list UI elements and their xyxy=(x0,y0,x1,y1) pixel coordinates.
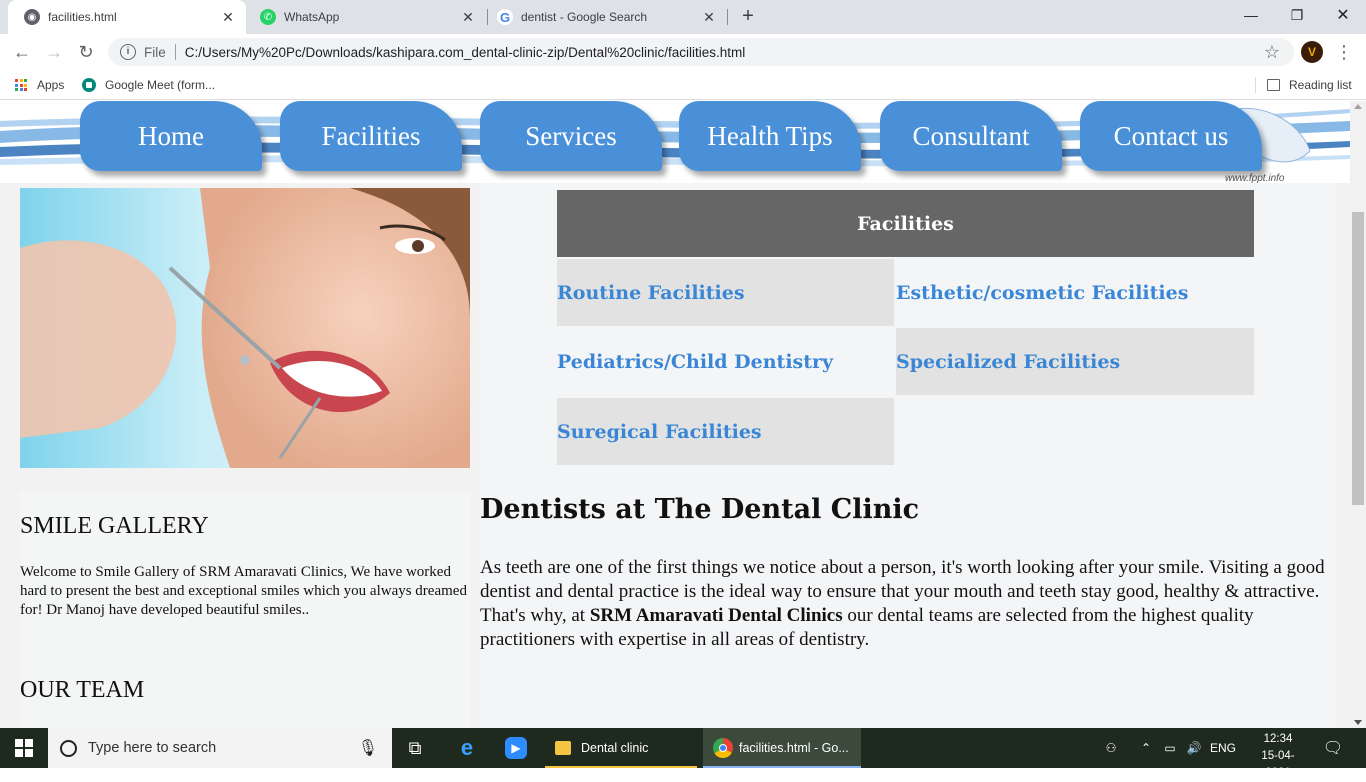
apps-grid-icon xyxy=(15,79,27,91)
close-icon[interactable]: ✕ xyxy=(220,9,236,25)
zoom-icon[interactable]: ▶ xyxy=(493,728,539,768)
nav-services[interactable]: Services xyxy=(480,101,662,171)
globe-icon: ◉ xyxy=(24,9,40,25)
tab-google-search[interactable]: G dentist - Google Search ✕ xyxy=(487,0,727,34)
nav-facilities[interactable]: Facilities xyxy=(280,101,462,171)
tab-title: dentist - Google Search xyxy=(521,10,648,24)
tab-facilities[interactable]: ◉ facilities.html ✕ xyxy=(8,0,246,34)
chevron-up-icon[interactable]: ⌃ xyxy=(1137,728,1155,768)
scheme-label: File xyxy=(144,44,166,60)
bookmark-label: Apps xyxy=(37,78,65,92)
tab-title: WhatsApp xyxy=(284,10,340,24)
task-view-icon[interactable]: ⧉ xyxy=(392,728,438,768)
whatsapp-icon: ✆ xyxy=(260,9,276,25)
system-clock[interactable]: 12:34 15-04-2021 xyxy=(1252,731,1304,782)
facility-link-specialized[interactable]: Specialized Facilities xyxy=(896,328,1254,395)
bookmark-star-icon[interactable]: ☆ xyxy=(1264,42,1280,63)
clock-time: 12:34 xyxy=(1263,733,1293,745)
scroll-down-arrow-icon[interactable] xyxy=(1354,720,1362,725)
close-icon[interactable]: ✕ xyxy=(460,9,476,25)
clock-date: 15-04-2021 xyxy=(1261,750,1295,779)
taskbar-app-dental-clinic[interactable]: Dental clinic xyxy=(545,728,697,768)
bookmark-google-meet[interactable]: Google Meet (form... xyxy=(82,76,215,94)
search-placeholder: Type here to search xyxy=(88,740,217,756)
address-separator xyxy=(174,44,176,60)
battery-icon[interactable]: ▭ xyxy=(1159,728,1181,768)
url-text[interactable]: C:/Users/My%20Pc/Downloads/kashipara.com… xyxy=(185,45,745,60)
windows-logo-icon xyxy=(15,739,33,757)
tab-separator xyxy=(727,9,728,25)
team-title: OUR TEAM xyxy=(20,677,145,703)
close-icon[interactable]: ✕ xyxy=(701,9,717,25)
taskbar-search[interactable]: Type here to search 🎙 xyxy=(48,728,392,768)
facility-link-routine[interactable]: Routine Facilities xyxy=(557,259,894,326)
info-icon[interactable]: i xyxy=(120,44,136,60)
minimize-button[interactable]: — xyxy=(1228,0,1274,30)
google-icon: G xyxy=(497,9,513,25)
smile-gallery-section: SMILE GALLERY Welcome to Smile Gallery o… xyxy=(20,492,470,728)
menu-kebab-icon[interactable]: ⋮ xyxy=(1334,40,1354,64)
microphone-icon[interactable]: 🎙 xyxy=(358,738,378,758)
reading-list-icon xyxy=(1267,79,1280,91)
windows-taskbar: Type here to search 🎙 ⧉ e ▶ Dental clini… xyxy=(0,728,1366,779)
reading-list-label: Reading list xyxy=(1289,78,1352,92)
language-indicator[interactable]: ENG xyxy=(1208,728,1238,768)
profile-avatar[interactable]: V xyxy=(1301,41,1323,63)
bookmarks-bar: Apps Google Meet (form... Reading list xyxy=(0,70,1366,100)
dental-hero-photo xyxy=(20,188,470,468)
dentists-title: Dentists at The Dental Clinic xyxy=(480,494,920,525)
reading-list-button[interactable]: Reading list xyxy=(1267,76,1352,94)
nav-consultant[interactable]: Consultant xyxy=(880,101,1062,171)
facility-link-surgical[interactable]: Suregical Facilities xyxy=(557,398,894,465)
tab-whatsapp[interactable]: ✆ WhatsApp ✕ xyxy=(246,0,486,34)
banner-watermark: www.fppt.info xyxy=(1225,173,1285,183)
facility-link-esthetic[interactable]: Esthetic/cosmetic Facilities xyxy=(896,259,1254,326)
tab-title: facilities.html xyxy=(48,10,117,24)
new-tab-button[interactable]: + xyxy=(738,6,758,26)
gallery-title: SMILE GALLERY xyxy=(20,513,209,539)
browser-tab-strip: ◉ facilities.html ✕ ✆ WhatsApp ✕ G denti… xyxy=(0,0,1366,34)
dental-patient-illustration xyxy=(20,188,470,468)
nav-health-tips[interactable]: Health Tips xyxy=(679,101,861,171)
taskbar-app-chrome[interactable]: facilities.html - Go... xyxy=(703,728,861,768)
cortana-circle-icon xyxy=(60,739,77,757)
header-banner: www.fppt.info Home Facilities Services H… xyxy=(0,101,1350,183)
taskbar-app-label: Dental clinic xyxy=(581,741,649,755)
page-viewport: www.fppt.info Home Facilities Services H… xyxy=(0,101,1350,728)
facility-link-pediatrics[interactable]: Pediatrics/Child Dentistry xyxy=(557,328,894,395)
bookmark-apps[interactable]: Apps xyxy=(15,76,64,94)
dentists-text: As teeth are one of the first things we … xyxy=(480,556,1336,652)
nav-home[interactable]: Home xyxy=(80,101,262,171)
taskbar-app-label: facilities.html - Go... xyxy=(739,741,849,755)
back-button[interactable]: ← xyxy=(10,40,34,64)
gallery-text: Welcome to Smile Gallery of SRM Amaravat… xyxy=(20,564,467,618)
clinic-name: SRM Amaravati Dental Clinics xyxy=(589,605,843,626)
bookmarks-separator xyxy=(1255,77,1256,93)
folder-icon xyxy=(555,741,571,755)
google-meet-icon xyxy=(82,78,96,92)
address-bar[interactable]: i File C:/Users/My%20Pc/Downloads/kaship… xyxy=(108,38,1294,66)
facilities-table-header: Facilities xyxy=(557,190,1254,257)
scroll-up-arrow-icon[interactable] xyxy=(1354,104,1362,109)
reload-button[interactable]: ↻ xyxy=(74,40,98,64)
bookmark-label: Google Meet (form... xyxy=(105,78,216,92)
chrome-icon xyxy=(713,738,733,758)
page-scrollbar[interactable] xyxy=(1350,101,1366,728)
people-icon[interactable]: ⚇ xyxy=(1098,728,1124,768)
forward-button[interactable]: → xyxy=(42,40,66,64)
main-content: Facilities Routine Facilities Esthetic/c… xyxy=(480,183,1336,728)
close-window-button[interactable]: ✕ xyxy=(1320,0,1366,30)
scrollbar-thumb[interactable] xyxy=(1352,212,1364,505)
start-button[interactable] xyxy=(0,728,48,768)
nav-contact-us[interactable]: Contact us xyxy=(1080,101,1262,171)
maximize-button[interactable]: ❐ xyxy=(1274,0,1320,30)
edge-icon[interactable]: e xyxy=(444,728,490,768)
volume-icon[interactable]: 🔊 xyxy=(1183,728,1205,768)
browser-toolbar: ← → ↻ i File C:/Users/My%20Pc/Downloads/… xyxy=(0,34,1366,70)
notifications-icon[interactable]: 🗨 xyxy=(1316,728,1350,768)
